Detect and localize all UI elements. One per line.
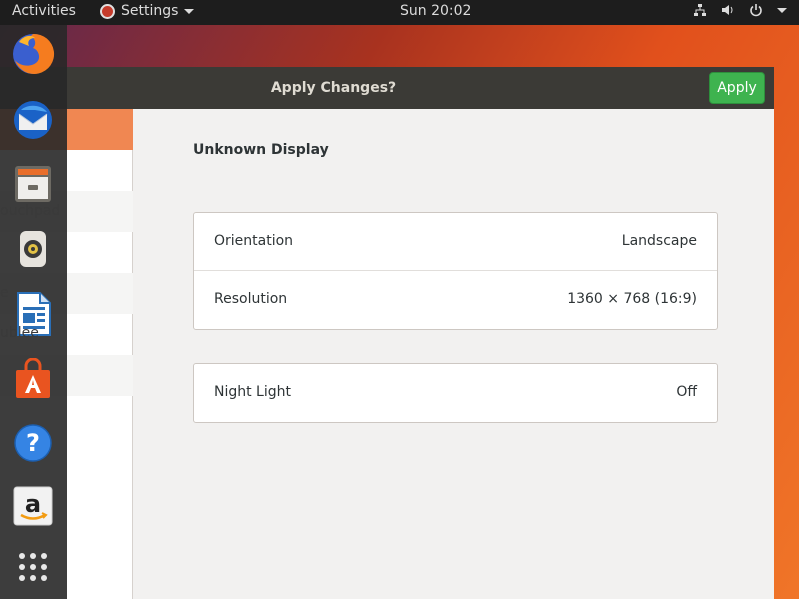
amazon-icon: a [13, 486, 53, 526]
apply-button[interactable]: Apply [709, 72, 765, 104]
activities-button[interactable]: Activities [12, 3, 76, 19]
power-icon [750, 4, 762, 17]
dock-rhythmbox[interactable] [10, 226, 56, 272]
thunderbird-icon [14, 101, 52, 139]
dock: ? a ouchpad e ublee [0, 25, 67, 599]
firefox-icon [13, 33, 55, 74]
peek-text: ouchpad [0, 203, 61, 219]
night-light-label: Night Light [214, 384, 291, 400]
dock-help[interactable]: ? [10, 420, 56, 466]
night-light-row[interactable]: Night Light Off [194, 364, 717, 422]
dock-amazon[interactable]: a [10, 483, 56, 529]
display-settings-card: Orientation Landscape Resolution 1360 × … [193, 212, 718, 330]
software-center-icon [16, 358, 50, 398]
dock-software[interactable] [10, 356, 56, 402]
night-light-value: Off [676, 384, 697, 400]
dock-firefox[interactable] [10, 31, 56, 77]
svg-text:?: ? [26, 429, 40, 457]
clock[interactable]: Sun 20:02 [400, 3, 471, 19]
help-icon: ? [14, 424, 52, 462]
settings-window: Apply Changes? Apply Unknown Display Ori… [0, 67, 774, 599]
resolution-value: 1360 × 768 (16:9) [567, 291, 697, 307]
night-light-card: Night Light Off [193, 363, 718, 423]
files-icon [15, 166, 51, 202]
peek-text: e [0, 285, 9, 301]
svg-text:a: a [25, 490, 41, 518]
resolution-label: Resolution [214, 291, 288, 307]
network-icon [694, 4, 706, 16]
dock-files[interactable] [10, 161, 56, 207]
orientation-row[interactable]: Orientation Landscape [194, 213, 717, 271]
display-panel: Unknown Display Orientation Landscape Re… [134, 109, 774, 599]
orientation-value: Landscape [621, 233, 697, 249]
top-bar: Activities Settings Sun 20:02 [0, 0, 799, 25]
show-applications-icon [19, 553, 47, 581]
rhythmbox-icon [20, 231, 46, 267]
system-tray[interactable] [693, 3, 787, 17]
dialog-title: Apply Changes? [270, 80, 397, 96]
display-name: Unknown Display [193, 142, 329, 158]
app-menu[interactable]: Settings [100, 3, 195, 19]
volume-icon [722, 5, 733, 15]
chevron-down-icon [184, 8, 195, 14]
app-menu-label: Settings [121, 3, 179, 19]
dock-show-apps[interactable] [10, 544, 56, 590]
dock-thunderbird[interactable] [10, 97, 56, 143]
chevron-down-icon [777, 7, 787, 13]
settings-app-icon [100, 3, 115, 19]
resolution-row[interactable]: Resolution 1360 × 768 (16:9) [194, 271, 717, 329]
orientation-label: Orientation [214, 233, 294, 249]
header-bar: Apply Changes? Apply [0, 67, 774, 109]
peek-text: ublee [0, 325, 39, 341]
